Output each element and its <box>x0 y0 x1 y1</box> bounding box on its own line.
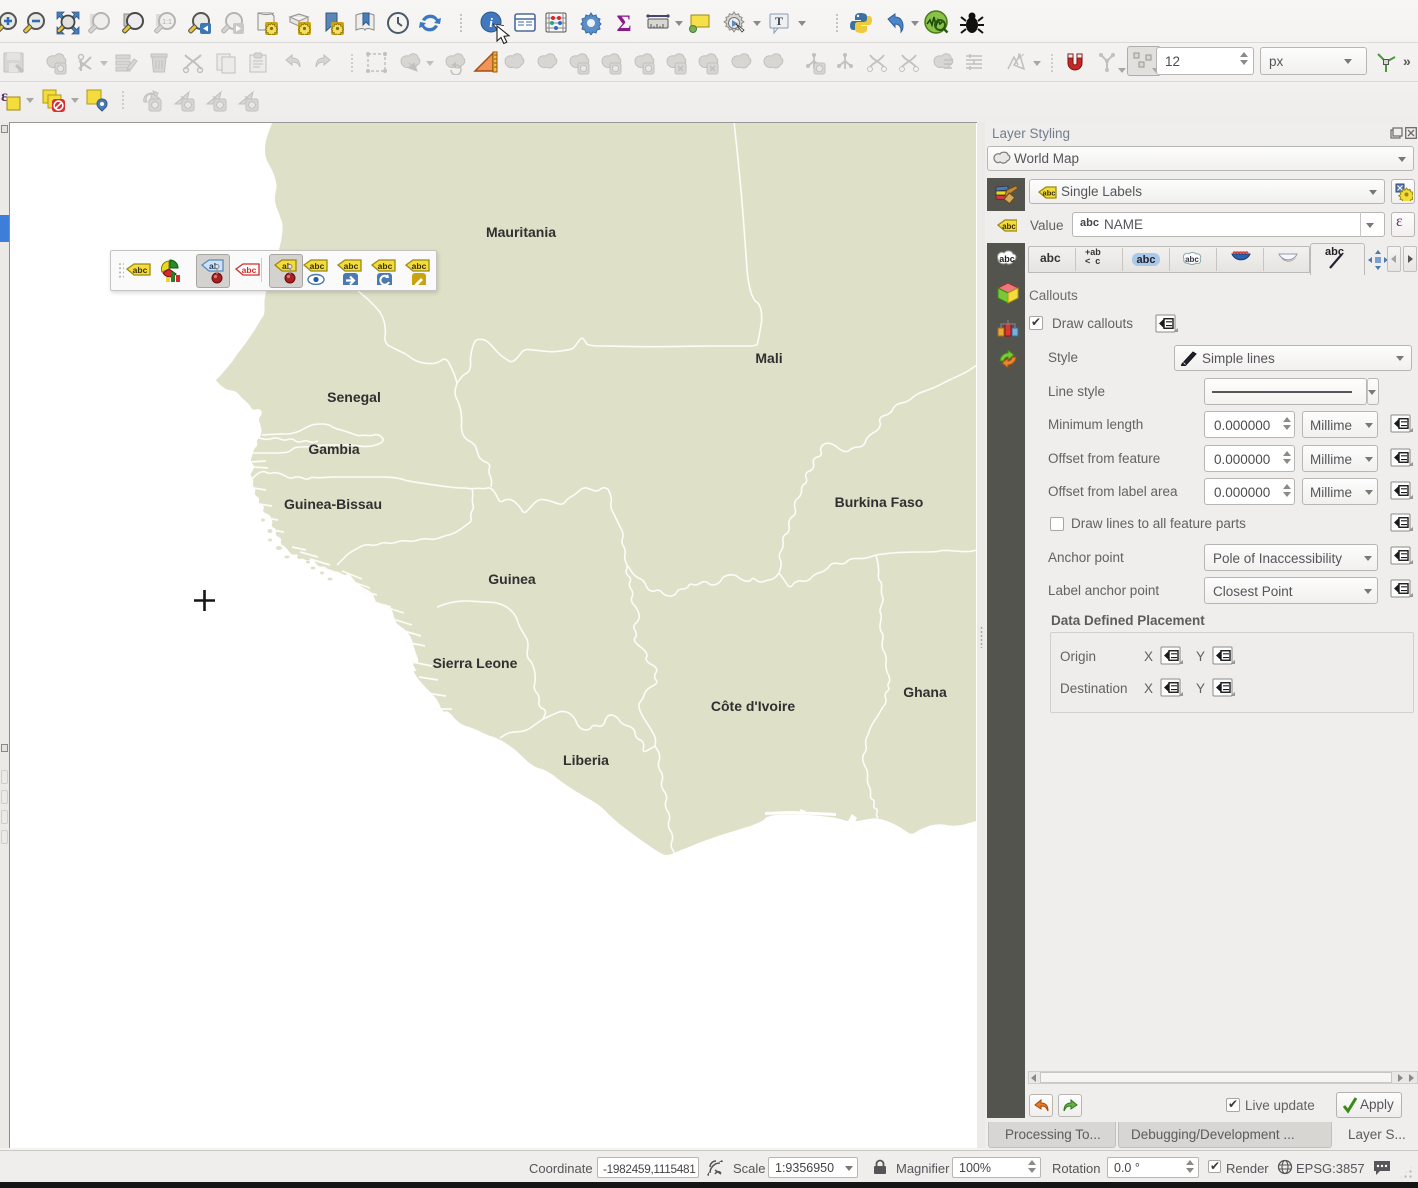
svg-text:abc: abc <box>1043 189 1056 198</box>
svg-text:Liberia: Liberia <box>563 752 609 768</box>
svg-text:abc: abc <box>378 261 393 271</box>
svg-text:abc: abc <box>344 261 359 271</box>
svg-text:Burkina Faso: Burkina Faso <box>835 494 924 510</box>
svg-text:Mauritania: Mauritania <box>486 224 556 240</box>
svg-text:abc: abc <box>310 261 325 271</box>
svg-text:Senegal: Senegal <box>327 389 381 405</box>
svg-text:abc: abc <box>412 261 427 271</box>
svg-text:Ghana: Ghana <box>903 684 947 700</box>
svg-text:Sierra Leone: Sierra Leone <box>433 655 518 671</box>
svg-text:abc: abc <box>1185 255 1199 264</box>
svg-text:abc: abc <box>242 265 257 275</box>
svg-text:abc: abc <box>1137 254 1156 266</box>
svg-text:Côte d'Ivoire: Côte d'Ivoire <box>711 698 795 714</box>
svg-text:Guinea: Guinea <box>488 571 536 587</box>
svg-text:i: i <box>489 15 493 30</box>
svg-text:1:1: 1:1 <box>162 19 172 26</box>
svg-text:Gambia: Gambia <box>308 441 360 457</box>
svg-text:Mali: Mali <box>755 350 782 366</box>
svg-text:T: T <box>775 14 783 28</box>
svg-text:abc: abc <box>133 265 148 275</box>
svg-text:Guinea-Bissau: Guinea-Bissau <box>284 496 382 512</box>
svg-text:abc: abc <box>999 254 1015 264</box>
svg-text:Σ: Σ <box>616 11 631 35</box>
